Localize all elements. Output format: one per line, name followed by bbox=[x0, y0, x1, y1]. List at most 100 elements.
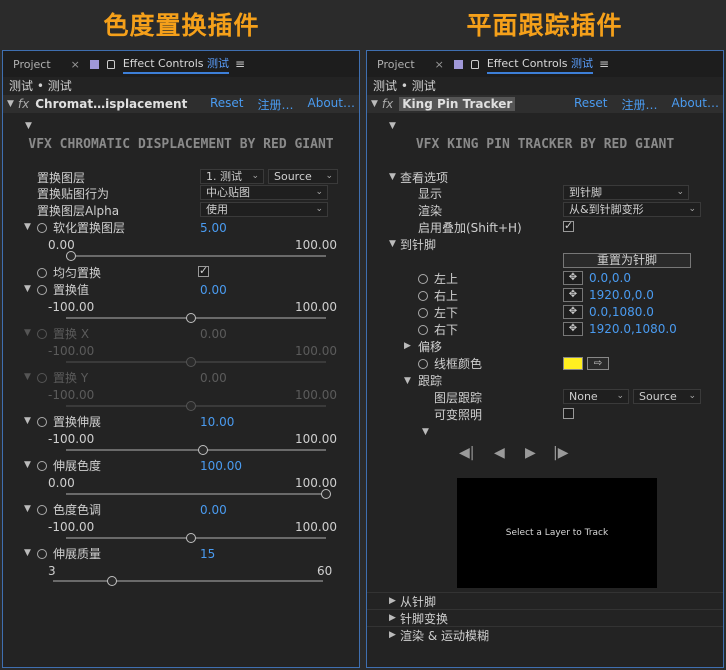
slider-knob[interactable] bbox=[186, 533, 196, 543]
collapse-triangle-icon[interactable]: ▼ bbox=[371, 99, 378, 109]
register-link[interactable]: 注册… bbox=[258, 96, 294, 113]
collapse-triangle-icon[interactable]: ▼ bbox=[389, 121, 396, 131]
point-picker-icon[interactable]: ✥ bbox=[563, 322, 583, 336]
expand-triangle-icon[interactable]: ▼ bbox=[24, 416, 31, 426]
stopwatch-icon[interactable] bbox=[418, 359, 428, 369]
panel-menu-icon[interactable]: ≡ bbox=[235, 57, 245, 71]
expand-triangle-icon[interactable]: ▼ bbox=[24, 460, 31, 470]
stretch-value[interactable]: 10.00 bbox=[200, 415, 234, 429]
fx-icon[interactable]: fx bbox=[18, 97, 29, 111]
track-backward-icon[interactable]: ◀| bbox=[459, 445, 474, 461]
about-link[interactable]: About… bbox=[308, 96, 355, 113]
variable-light-checkbox[interactable] bbox=[563, 408, 574, 419]
stopwatch-icon[interactable] bbox=[37, 223, 47, 233]
tr-value[interactable]: 1920.0,0.0 bbox=[589, 288, 654, 302]
soften-slider[interactable] bbox=[66, 251, 326, 261]
soften-value[interactable]: 5.00 bbox=[200, 221, 227, 235]
close-icon[interactable]: × bbox=[71, 58, 80, 71]
stopwatch-icon[interactable] bbox=[37, 549, 47, 559]
expand-triangle-icon[interactable]: ▼ bbox=[389, 239, 396, 249]
spread-slider[interactable] bbox=[66, 489, 331, 499]
track-forward-icon[interactable]: |▶ bbox=[553, 445, 568, 461]
render-motion-blur-row[interactable]: ▶ 渲染 & 运动模糊 bbox=[367, 626, 723, 643]
expand-triangle-icon[interactable]: ▼ bbox=[24, 222, 31, 232]
stopwatch-icon[interactable] bbox=[37, 285, 47, 295]
disp-layer-dropdown[interactable]: 1. 测试 ⌄ bbox=[200, 169, 264, 184]
tab-effect-controls[interactable]: Effect Controls 测试 bbox=[486, 55, 594, 74]
track-preview[interactable]: Select a Layer to Track bbox=[457, 478, 657, 588]
stopwatch-icon[interactable] bbox=[37, 417, 47, 427]
reset-pin-button[interactable]: 重置为针脚 bbox=[563, 253, 691, 268]
expand-triangle-icon[interactable]: ▼ bbox=[404, 376, 411, 386]
expand-triangle-icon[interactable]: ▼ bbox=[24, 372, 31, 382]
expand-triangle-icon[interactable]: ▶ bbox=[404, 341, 411, 351]
stopwatch-icon[interactable] bbox=[418, 325, 428, 335]
effect-header-row[interactable]: ▼ fx Chromat…isplacement Reset 注册… About… bbox=[3, 95, 359, 113]
close-icon[interactable]: × bbox=[435, 58, 444, 71]
disp-map-dropdown[interactable]: 中心贴图 ⌄ bbox=[200, 185, 328, 200]
step-forward-icon[interactable]: ▶ bbox=[525, 445, 536, 461]
about-link[interactable]: About… bbox=[672, 96, 719, 113]
quality-value[interactable]: 15 bbox=[200, 547, 215, 561]
stopwatch-icon[interactable] bbox=[37, 505, 47, 515]
step-backward-icon[interactable]: ◀ bbox=[494, 445, 505, 461]
bl-value[interactable]: 0.0,1080.0 bbox=[589, 305, 654, 319]
point-picker-icon[interactable]: ✥ bbox=[563, 271, 583, 285]
fx-icon[interactable]: fx bbox=[382, 97, 393, 111]
stretch-slider[interactable] bbox=[66, 445, 326, 455]
slider-knob[interactable] bbox=[321, 489, 331, 499]
expand-triangle-icon[interactable]: ▶ bbox=[389, 613, 396, 623]
br-value[interactable]: 1920.0,1080.0 bbox=[589, 322, 677, 336]
register-link[interactable]: 注册… bbox=[622, 96, 658, 113]
stopwatch-icon[interactable] bbox=[37, 268, 47, 278]
stopwatch-icon[interactable] bbox=[37, 461, 47, 471]
expand-triangle-icon[interactable]: ▼ bbox=[24, 328, 31, 338]
tab-effect-controls[interactable]: Effect Controls 测试 bbox=[122, 55, 230, 74]
render-dropdown[interactable]: 从&到针脚变形 ⌄ bbox=[563, 202, 701, 217]
expand-triangle-icon[interactable]: ▼ bbox=[422, 427, 429, 437]
layer-track-source-dropdown[interactable]: Source ⌄ bbox=[633, 389, 701, 404]
pin-transform-row[interactable]: ▶ 针脚变换 bbox=[367, 609, 723, 626]
amount-value[interactable]: 0.00 bbox=[200, 283, 227, 297]
slider-knob[interactable] bbox=[186, 313, 196, 323]
lock-icon[interactable] bbox=[106, 59, 115, 69]
disp-layer-source-dropdown[interactable]: Source ⌄ bbox=[268, 169, 338, 184]
slider-knob[interactable] bbox=[107, 576, 117, 586]
panel-menu-icon[interactable]: ≡ bbox=[599, 57, 609, 71]
collapse-triangle-icon[interactable]: ▼ bbox=[25, 121, 32, 131]
stopwatch-icon[interactable] bbox=[418, 274, 428, 284]
slider-knob[interactable] bbox=[198, 445, 208, 455]
layer-track-dropdown[interactable]: None ⌄ bbox=[563, 389, 629, 404]
tab-project[interactable]: Project bbox=[13, 58, 51, 71]
tab-project[interactable]: Project bbox=[377, 58, 415, 71]
even-checkbox[interactable] bbox=[198, 264, 209, 277]
stopwatch-icon[interactable] bbox=[418, 291, 428, 301]
expand-triangle-icon[interactable]: ▶ bbox=[389, 596, 396, 606]
slider-knob[interactable] bbox=[66, 251, 76, 261]
frame-color-swatch[interactable] bbox=[563, 357, 583, 370]
spread-value[interactable]: 100.00 bbox=[200, 459, 242, 473]
effect-header-row[interactable]: ▼ fx King Pin Tracker Reset 注册… About… bbox=[367, 95, 723, 113]
reset-link[interactable]: Reset bbox=[210, 96, 244, 113]
tl-value[interactable]: 0.0,0.0 bbox=[589, 271, 631, 285]
overlay-checkbox[interactable] bbox=[563, 219, 574, 232]
expand-triangle-icon[interactable]: ▼ bbox=[24, 548, 31, 558]
point-picker-icon[interactable]: ✥ bbox=[563, 305, 583, 319]
expand-triangle-icon[interactable]: ▼ bbox=[24, 284, 31, 294]
reset-link[interactable]: Reset bbox=[574, 96, 608, 113]
disp-alpha-dropdown[interactable]: 使用 ⌄ bbox=[200, 202, 328, 217]
expand-triangle-icon[interactable]: ▶ bbox=[389, 630, 396, 640]
stopwatch-icon[interactable] bbox=[418, 308, 428, 318]
point-picker-icon[interactable]: ✥ bbox=[563, 288, 583, 302]
expand-triangle-icon[interactable]: ▼ bbox=[24, 504, 31, 514]
eyedropper-icon[interactable]: ⇨ bbox=[587, 357, 609, 370]
hue-value[interactable]: 0.00 bbox=[200, 503, 227, 517]
collapse-triangle-icon[interactable]: ▼ bbox=[7, 99, 14, 109]
hue-slider[interactable] bbox=[66, 533, 326, 543]
lock-icon[interactable] bbox=[470, 59, 479, 69]
from-pin-row[interactable]: ▶ 从针脚 bbox=[367, 592, 723, 609]
amount-slider[interactable] bbox=[66, 313, 326, 323]
quality-slider[interactable] bbox=[53, 576, 323, 586]
display-dropdown[interactable]: 到针脚 ⌄ bbox=[563, 185, 689, 200]
expand-triangle-icon[interactable]: ▼ bbox=[389, 172, 396, 182]
